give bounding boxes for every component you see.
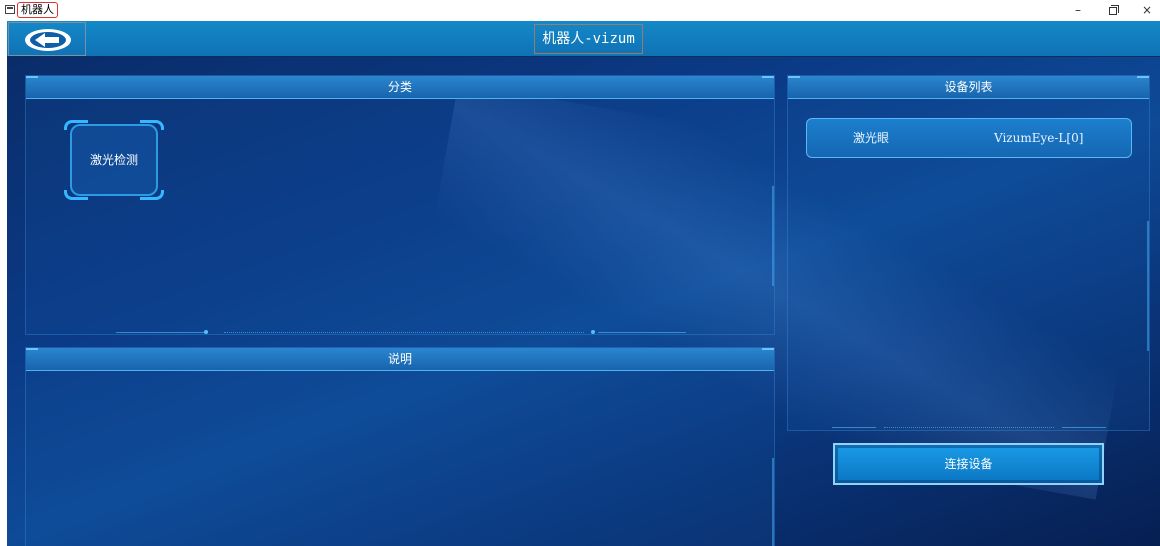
- scroll-indicator: [772, 186, 774, 286]
- decor-line: [1062, 427, 1106, 428]
- decor-dash: [224, 332, 584, 333]
- category-item-label: 激光检测: [89, 153, 138, 167]
- app-window-icon: [5, 5, 15, 14]
- decor-line: [832, 427, 876, 428]
- close-button[interactable]: ×: [1132, 0, 1160, 21]
- decor-dash: [884, 427, 1054, 428]
- maximize-button[interactable]: [1098, 0, 1128, 21]
- device-name: 激光眼: [853, 131, 890, 145]
- scroll-indicator: [772, 458, 774, 546]
- restore-icon: [1109, 5, 1119, 15]
- connect-device-button[interactable]: 连接设备: [833, 443, 1104, 485]
- decor-dot: [204, 330, 208, 334]
- back-button[interactable]: [8, 22, 86, 56]
- device-list-title: 设备列表: [788, 76, 1149, 99]
- decor-dot: [591, 330, 595, 334]
- decor-line: [598, 332, 686, 333]
- window-titlebar: 机器人 – ×: [0, 0, 1160, 21]
- scroll-indicator: [1147, 221, 1149, 351]
- window-title: 机器人: [17, 2, 58, 18]
- app-header: 机器人-vizum: [7, 21, 1160, 57]
- category-item-laser-detection[interactable]: 激光检测: [64, 120, 164, 200]
- category-panel: 分类 激光检测: [25, 75, 775, 335]
- device-list-item[interactable]: 激光眼 VizumEye-L[0]: [806, 118, 1132, 158]
- device-list-panel: 设备列表 激光眼 VizumEye-L[0]: [787, 75, 1150, 431]
- device-id: VizumEye-L[0]: [994, 131, 1084, 145]
- description-panel: 说明: [25, 347, 775, 546]
- app-window: 机器人-vizum 分类 激光检测 说明 设备列表 激光眼 VizumEye-L…: [7, 21, 1160, 546]
- description-panel-title: 说明: [26, 348, 774, 371]
- minimize-button[interactable]: –: [1063, 0, 1093, 21]
- back-arrow-icon: [25, 29, 71, 51]
- app-title: 机器人-vizum: [534, 24, 643, 54]
- category-panel-title: 分类: [26, 76, 774, 99]
- decor-line: [116, 332, 206, 333]
